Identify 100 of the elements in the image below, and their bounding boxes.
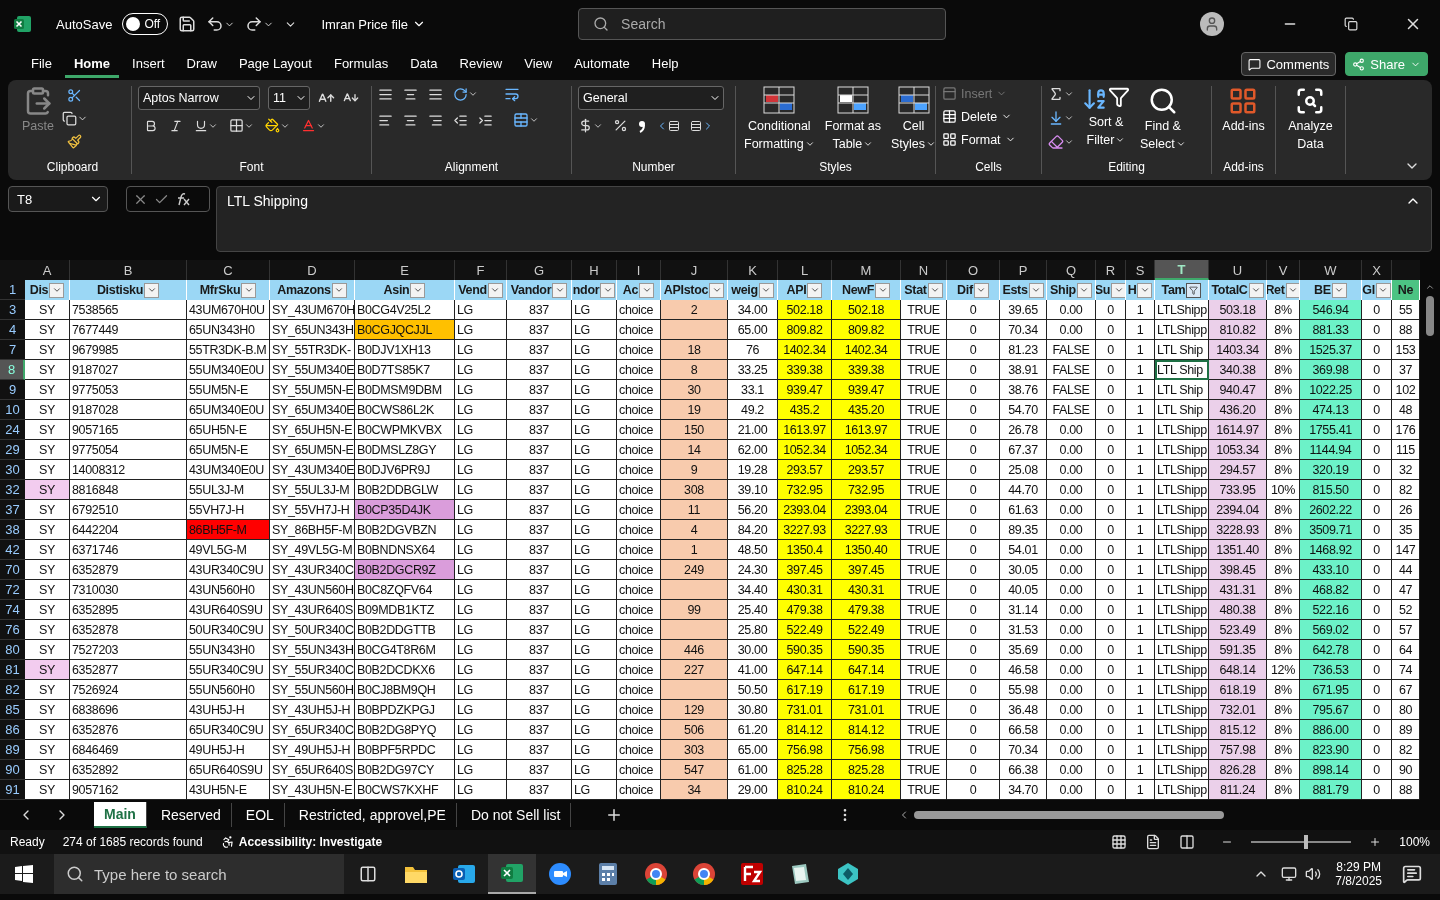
row-number[interactable]: 81: [0, 660, 25, 680]
increase-indent-icon[interactable]: [478, 112, 493, 128]
column-header[interactable]: O: [947, 260, 1000, 280]
filter-active-icon[interactable]: [1186, 282, 1202, 298]
row-number[interactable]: 80: [0, 640, 25, 660]
menu-tab[interactable]: Data: [401, 50, 447, 78]
undo-icon[interactable]: [206, 15, 236, 33]
row-number[interactable]: 9: [0, 380, 25, 400]
column-header[interactable]: D: [270, 260, 355, 280]
column-header[interactable]: P: [1000, 260, 1047, 280]
filter-dropdown-icon[interactable]: [807, 282, 823, 298]
align-right-icon[interactable]: [428, 112, 443, 128]
page-break-icon[interactable]: [1179, 834, 1196, 850]
percent-icon[interactable]: [613, 118, 628, 133]
align-top-icon[interactable]: [378, 86, 393, 102]
filter-dropdown-icon[interactable]: [639, 282, 655, 298]
name-box[interactable]: T8: [8, 186, 108, 212]
menu-tab[interactable]: File: [22, 50, 61, 78]
menu-tab[interactable]: View: [515, 50, 562, 78]
add-ins-button[interactable]: Add-ins: [1220, 86, 1267, 134]
column-header[interactable]: G: [507, 260, 572, 280]
filter-dropdown-icon[interactable]: [709, 282, 725, 298]
column-header[interactable]: U: [1209, 260, 1267, 280]
volume-icon[interactable]: [1305, 866, 1322, 882]
filter-dropdown-icon[interactable]: [1248, 282, 1264, 298]
column-header[interactable]: E: [355, 260, 455, 280]
filter-dropdown-icon[interactable]: [241, 282, 257, 298]
cells-button[interactable]: Delete: [942, 109, 1013, 124]
menu-tab[interactable]: Draw: [177, 50, 226, 78]
merge-icon[interactable]: [513, 112, 539, 128]
scrollbar-thumb[interactable]: [914, 811, 1224, 819]
autosum-icon[interactable]: [1048, 86, 1074, 102]
column-header[interactable]: K: [728, 260, 778, 280]
filter-dropdown-icon[interactable]: [758, 282, 774, 298]
row-number[interactable]: 76: [0, 620, 25, 640]
menu-tab[interactable]: Formulas: [324, 50, 398, 78]
row-number[interactable]: 82: [0, 680, 25, 700]
accessibility-button[interactable]: Accessibility: Investigate: [220, 835, 383, 849]
row-number[interactable]: 85: [0, 700, 25, 720]
paste-button[interactable]: Paste: [20, 86, 56, 134]
fill-icon[interactable]: [1048, 110, 1074, 126]
eraser-icon[interactable]: [1048, 134, 1074, 150]
zoom-level[interactable]: 100%: [1399, 835, 1430, 849]
row-number[interactable]: 1: [0, 280, 25, 300]
avatar-icon[interactable]: [1200, 12, 1224, 36]
column-header[interactable]: J: [661, 260, 728, 280]
menu-tab[interactable]: Insert: [123, 50, 174, 78]
filter-dropdown-icon[interactable]: [1076, 282, 1092, 298]
decrease-indent-icon[interactable]: [453, 112, 468, 128]
orientation-icon[interactable]: [453, 86, 478, 102]
scrollbar-thumb[interactable]: [1426, 296, 1434, 336]
underline-icon[interactable]: [194, 118, 218, 133]
align-left-icon[interactable]: [378, 112, 393, 128]
column-header[interactable]: T: [1155, 260, 1209, 280]
row-number[interactable]: 24: [0, 420, 25, 440]
zoom-slider[interactable]: [1251, 834, 1352, 850]
format-painter-icon[interactable]: [67, 134, 83, 149]
align-middle-icon[interactable]: [403, 86, 418, 102]
column-header[interactable]: L: [778, 260, 832, 280]
sheet-tab[interactable]: EOL: [235, 803, 285, 827]
column-header[interactable]: W: [1300, 260, 1362, 280]
number-format-dropdown[interactable]: General: [578, 86, 724, 110]
row-number[interactable]: 42: [0, 540, 25, 560]
filter-dropdown-icon[interactable]: [1111, 282, 1125, 298]
sheet-tab[interactable]: Restricted, approvel,PE: [288, 803, 457, 827]
restore-icon[interactable]: [1344, 17, 1358, 31]
row-number[interactable]: 70: [0, 560, 25, 580]
cut-icon[interactable]: [67, 88, 83, 103]
zoom-in-icon[interactable]: [1369, 836, 1382, 848]
row-number[interactable]: 32: [0, 480, 25, 500]
menu-tab[interactable]: Page Layout: [229, 50, 321, 78]
borders-icon[interactable]: [229, 118, 254, 133]
notifications-icon[interactable]: [1402, 864, 1422, 884]
row-number[interactable]: 74: [0, 600, 25, 620]
row-number[interactable]: 29: [0, 440, 25, 460]
filter-dropdown-icon[interactable]: [927, 282, 943, 298]
column-header[interactable]: N: [901, 260, 947, 280]
spreadsheet-app-icon[interactable]: [488, 854, 536, 894]
column-header[interactable]: B: [70, 260, 187, 280]
menu-tab[interactable]: Help: [642, 50, 688, 78]
row-number[interactable]: 3: [0, 300, 25, 320]
file-name-button[interactable]: Imran Price file: [321, 16, 427, 32]
row-number[interactable]: 72: [0, 580, 25, 600]
italic-icon[interactable]: [169, 118, 183, 133]
sheet-tab[interactable]: Reserved: [150, 803, 232, 827]
comments-button[interactable]: Comments: [1241, 52, 1337, 76]
style-button[interactable]: Format as Table: [822, 86, 883, 152]
filter-dropdown-icon[interactable]: [144, 282, 160, 298]
zoom-thumb[interactable]: [1304, 835, 1309, 849]
filter-dropdown-icon[interactable]: [49, 282, 65, 298]
row-number[interactable]: 4: [0, 320, 25, 340]
menu-tab[interactable]: Automate: [565, 50, 639, 78]
editing-button[interactable]: Find & Select: [1138, 86, 1188, 152]
comma-icon[interactable]: [638, 118, 646, 133]
font-size-dropdown[interactable]: 11: [268, 86, 310, 110]
menu-tab[interactable]: Review: [450, 50, 512, 78]
wrap-text-icon[interactable]: [504, 86, 520, 102]
row-number[interactable]: 91: [0, 780, 25, 800]
filter-dropdown-icon[interactable]: [552, 282, 568, 298]
row-number[interactable]: 10: [0, 400, 25, 420]
